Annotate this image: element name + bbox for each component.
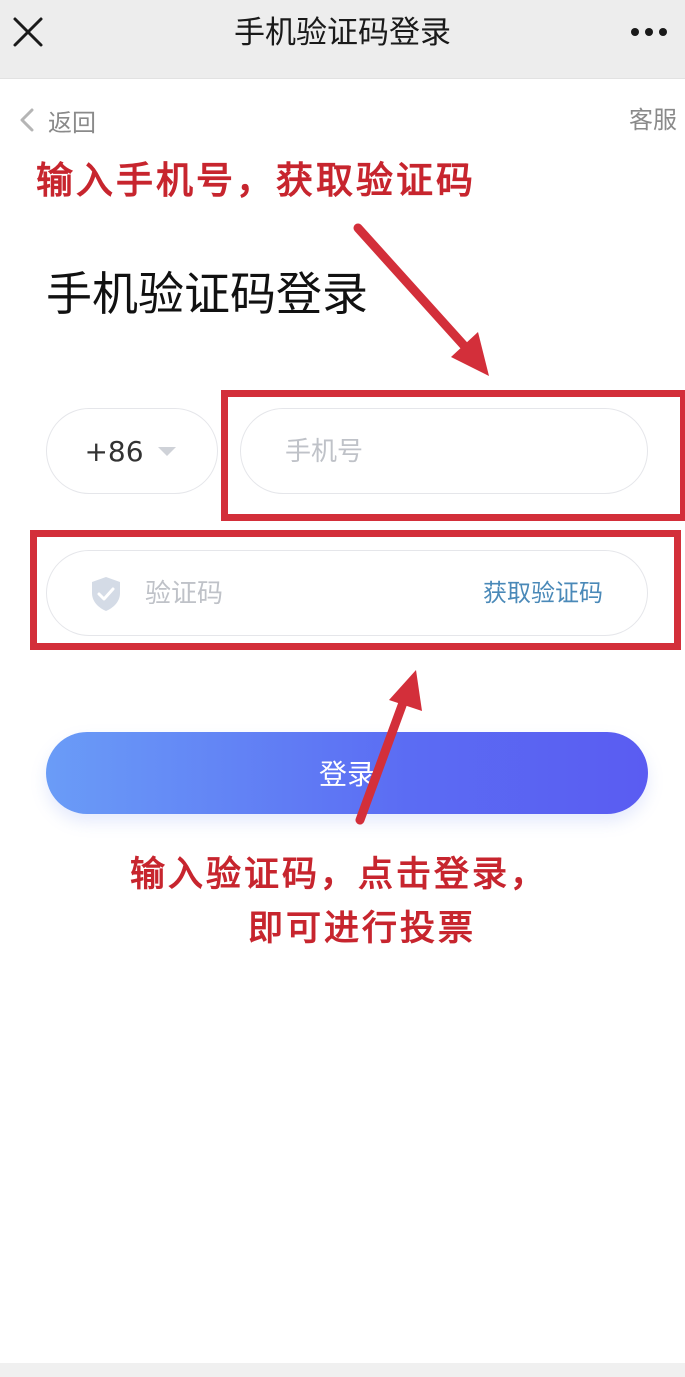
wechat-titlebar: 手机验证码登录 xyxy=(0,0,685,79)
caret-down-icon xyxy=(157,447,176,456)
customer-service-link[interactable]: 客服 xyxy=(629,100,677,140)
back-button[interactable]: 返回 xyxy=(16,100,96,140)
annotation-login: 输入验证码，点击登录， 即可进行投票 xyxy=(130,848,630,956)
country-code-value: +86 xyxy=(84,434,144,468)
code-highlight-box xyxy=(30,530,681,650)
arrow-to-phone xyxy=(353,223,489,376)
back-label: 返回 xyxy=(48,108,96,137)
more-icon xyxy=(631,28,667,36)
window-title: 手机验证码登录 xyxy=(234,15,451,51)
login-button[interactable]: 登录 xyxy=(46,732,648,814)
more-button[interactable] xyxy=(625,14,673,50)
phone-highlight-box xyxy=(221,390,685,521)
bottom-bar xyxy=(0,1363,685,1377)
annotation-login-line-2: 即可进行投票 xyxy=(248,908,477,949)
country-code-select[interactable]: +86 xyxy=(46,408,218,494)
page-title: 手机验证码登录 xyxy=(46,267,368,321)
annotation-login-line-1: 输入验证码，点击登录， xyxy=(130,854,549,895)
chevron-left-icon xyxy=(20,108,34,132)
annotation-get-code: 输入手机号，获取验证码 xyxy=(36,158,476,202)
